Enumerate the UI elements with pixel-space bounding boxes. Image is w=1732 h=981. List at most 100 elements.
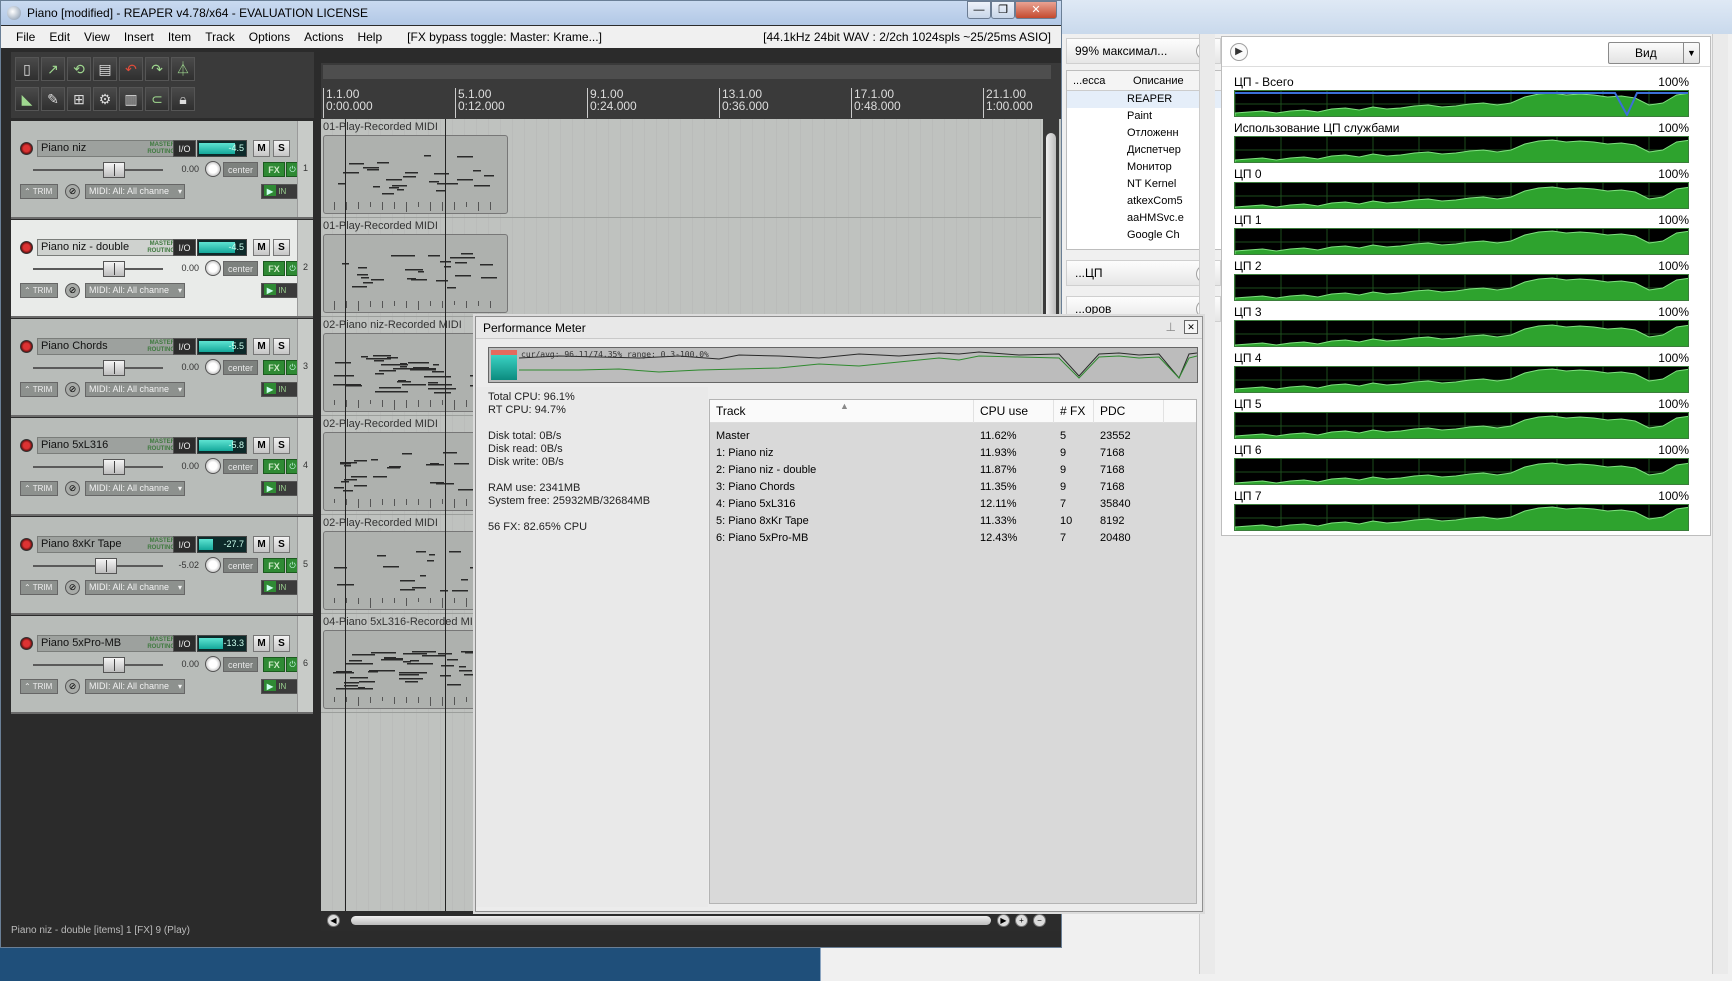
master-routing-indicator[interactable]: MASTER ROUTING: [147, 241, 175, 255]
record-arm-icon[interactable]: [20, 340, 33, 353]
track-name[interactable]: Piano niz MASTER ROUTING: [37, 140, 179, 157]
master-routing-indicator[interactable]: MASTER ROUTING: [147, 340, 175, 354]
io-button[interactable]: I/O: [173, 239, 196, 256]
ruler-marker[interactable]: 17.1.00 0:48.000: [851, 88, 901, 118]
fader-knob[interactable]: [103, 657, 125, 673]
process-column-header[interactable]: ...есса: [1067, 75, 1127, 87]
track-lane[interactable]: 01-Play-Recorded MIDI: [321, 119, 1041, 218]
menu-insert[interactable]: Insert: [117, 30, 161, 44]
io-button[interactable]: I/O: [173, 635, 196, 652]
close-icon[interactable]: ✕: [1184, 320, 1198, 334]
track-number[interactable]: 2: [297, 220, 313, 316]
pin-icon[interactable]: ⊥: [1166, 320, 1176, 334]
table-row[interactable]: 6: Piano 5xPro-MB 12.43% 7 20480: [710, 530, 1196, 547]
fader-knob[interactable]: [95, 558, 117, 574]
reaper-titlebar[interactable]: Piano [modified] - REAPER v4.78/x64 - EV…: [1, 1, 1061, 25]
open-project-icon[interactable]: ↗: [41, 57, 65, 81]
fx-button[interactable]: FX: [263, 162, 285, 177]
track-number[interactable]: 4: [297, 418, 313, 514]
io-button[interactable]: I/O: [173, 536, 196, 553]
track-name[interactable]: Piano 5xL316 MASTER ROUTING: [37, 437, 179, 454]
menu-edit[interactable]: Edit: [42, 30, 77, 44]
list-item[interactable]: aaHMSvc.e: [1067, 210, 1221, 227]
solo-button[interactable]: S: [273, 140, 290, 157]
track-number[interactable]: 1: [297, 121, 313, 217]
table-row[interactable]: 3: Piano Chords 11.35% 9 7168: [710, 479, 1196, 496]
fx-button[interactable]: FX: [263, 360, 285, 375]
record-arm-icon[interactable]: [20, 241, 33, 254]
midi-input-select[interactable]: MIDI: All: All channe ▾: [85, 679, 185, 694]
list-item[interactable]: NT Kernel: [1067, 176, 1221, 193]
phase-invert-icon[interactable]: ⊘: [65, 382, 80, 397]
track-name[interactable]: Piano 8xKr Tape MASTER ROUTING: [37, 536, 179, 553]
maximize-icon[interactable]: ❐: [991, 1, 1015, 19]
pan-value[interactable]: center: [223, 261, 258, 276]
io-button[interactable]: I/O: [173, 338, 196, 355]
loop-icon[interactable]: ⊂: [145, 87, 169, 111]
record-monitor-button[interactable]: ▶ IN: [261, 679, 299, 694]
column-fx-count[interactable]: # FX: [1054, 400, 1094, 423]
pan-knob[interactable]: [205, 260, 221, 276]
fader-knob[interactable]: [103, 162, 125, 178]
list-item[interactable]: Отложенн: [1067, 125, 1221, 142]
list-item[interactable]: Монитор: [1067, 159, 1221, 176]
automation-mode-button[interactable]: ⌃ TRIM: [20, 481, 58, 496]
pan-value[interactable]: center: [223, 657, 258, 672]
midi-input-select[interactable]: MIDI: All: All channe ▾: [85, 382, 185, 397]
menu-actions[interactable]: Actions: [297, 30, 350, 44]
io-button[interactable]: I/O: [173, 140, 196, 157]
chevron-right-icon[interactable]: ▶: [1230, 43, 1248, 61]
record-arm-icon[interactable]: [20, 142, 33, 155]
track-panel[interactable]: Piano 5xL316 MASTER ROUTING I/O -5.8 M S …: [11, 418, 313, 516]
ruler-marker[interactable]: 1.1.00 0:00.000: [323, 88, 373, 118]
phase-invert-icon[interactable]: ⊘: [65, 481, 80, 496]
master-routing-indicator[interactable]: MASTER ROUTING: [147, 439, 175, 453]
track-panel[interactable]: Piano 5xPro-MB MASTER ROUTING I/O -13.3 M…: [11, 616, 313, 714]
track-panel[interactable]: Piano niz MASTER ROUTING I/O -4.5 M S 0.0…: [11, 121, 313, 219]
view-button[interactable]: Вид ▼: [1608, 42, 1700, 64]
automation-mode-button[interactable]: ⌃ TRIM: [20, 382, 58, 397]
arrange-horizontal-scrollbar[interactable]: ◀ ▶ + −: [321, 911, 1061, 931]
new-project-icon[interactable]: ▯: [15, 57, 39, 81]
solo-button[interactable]: S: [273, 437, 290, 454]
fx-bypass-toggle-status[interactable]: [FX bypass toggle: Master: Krame...]: [407, 30, 602, 44]
table-row[interactable]: Master 11.62% 5 23552: [710, 428, 1196, 445]
menu-item[interactable]: Item: [161, 30, 198, 44]
envelope-lock-icon[interactable]: ⚙: [93, 87, 117, 111]
automation-mode-button[interactable]: ⌃ TRIM: [20, 283, 58, 298]
volume-fader[interactable]: [33, 360, 163, 376]
edit-cursor[interactable]: [345, 119, 346, 911]
table-row[interactable]: 2: Piano niz - double 11.87% 9 7168: [710, 462, 1196, 479]
timeline-ruler[interactable]: 1.1.00 0:00.000 5.1.00 0:12.000 9.1.00 0:24.0…: [321, 63, 1061, 119]
minimize-icon[interactable]: —: [967, 1, 991, 19]
fx-button[interactable]: FX: [263, 558, 285, 573]
phase-invert-icon[interactable]: ⊘: [65, 580, 80, 595]
solo-button[interactable]: S: [273, 635, 290, 652]
menu-file[interactable]: File: [9, 30, 42, 44]
track-lane[interactable]: 01-Play-Recorded MIDI: [321, 218, 1041, 317]
midi-input-select[interactable]: MIDI: All: All channe ▾: [85, 481, 185, 496]
tcp-empty-area[interactable]: [11, 715, 313, 915]
region-marker-strip[interactable]: [323, 65, 1051, 79]
master-routing-indicator[interactable]: MASTER ROUTING: [147, 142, 175, 156]
save-project-icon[interactable]: ⟲: [67, 57, 91, 81]
mute-button[interactable]: M: [253, 140, 270, 157]
list-item[interactable]: Paint: [1067, 108, 1221, 125]
solo-button[interactable]: S: [273, 536, 290, 553]
table-row[interactable]: 5: Piano 8xKr Tape 11.33% 10 8192: [710, 513, 1196, 530]
description-column-header[interactable]: Описание: [1127, 75, 1184, 87]
fx-button[interactable]: FX: [263, 657, 285, 672]
table-row[interactable]: 4: Piano 5xL316 12.11% 7 35840: [710, 496, 1196, 513]
midi-input-select[interactable]: MIDI: All: All channe ▾: [85, 580, 185, 595]
track-panel[interactable]: Piano 8xKr Tape MASTER ROUTING I/O -27.7 …: [11, 517, 313, 615]
volume-fader[interactable]: [33, 558, 163, 574]
automation-mode-button[interactable]: ⌃ TRIM: [20, 679, 58, 694]
scroll-right-icon[interactable]: ▶: [997, 914, 1010, 927]
midi-input-select[interactable]: MIDI: All: All channe ▾: [85, 283, 185, 298]
zoom-out-icon[interactable]: −: [1033, 914, 1046, 927]
record-monitor-button[interactable]: ▶ IN: [261, 382, 299, 397]
scroll-left-icon[interactable]: ◀: [327, 914, 340, 927]
pan-value[interactable]: center: [223, 360, 258, 375]
master-routing-indicator[interactable]: MASTER ROUTING: [147, 538, 175, 552]
volume-fader[interactable]: [33, 162, 163, 178]
